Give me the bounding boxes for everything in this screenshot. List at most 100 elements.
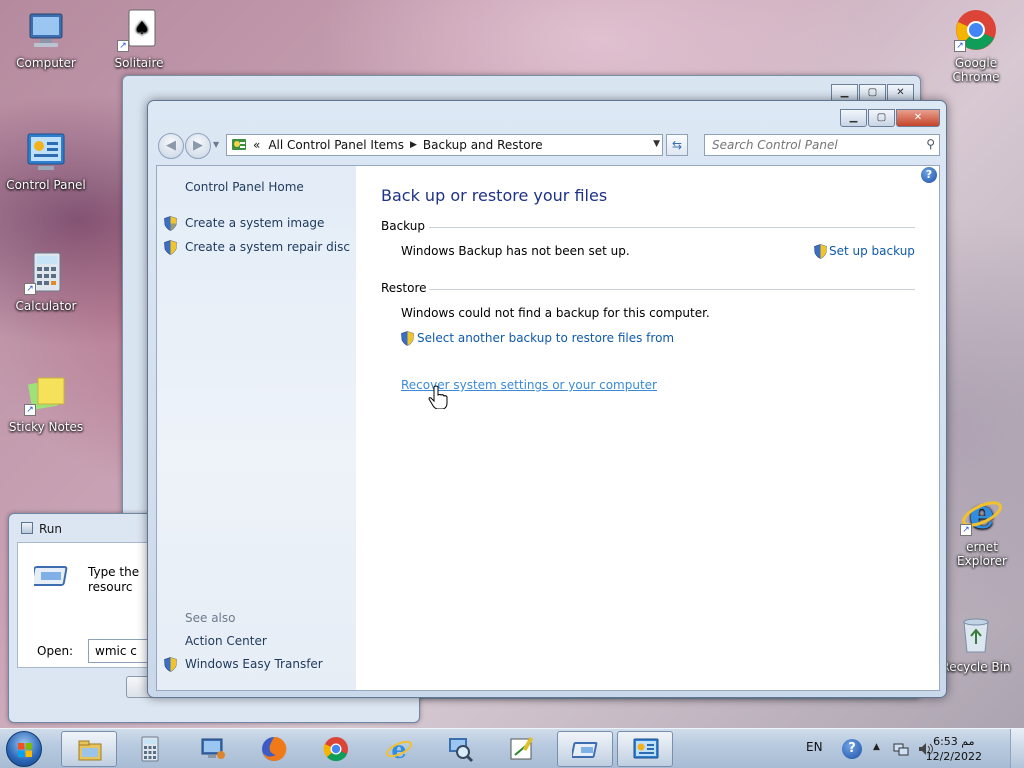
shortcut-arrow-icon: ↗ <box>24 283 36 295</box>
uac-shield-icon <box>401 331 414 346</box>
desktop-icon-internet-explorer[interactable]: e ↗ ernet Explorer <box>940 491 1024 568</box>
run-program-icon <box>34 566 68 586</box>
restore-status-text: Windows could not find a backup for this… <box>401 306 710 320</box>
address-bar[interactable]: « All Control Panel Items ▶ Backup and R… <box>226 134 663 156</box>
action-center-link[interactable]: Action Center <box>185 634 267 648</box>
search-input[interactable] <box>705 135 915 155</box>
tasks-pane: Control Panel Home Create a system image… <box>157 166 356 690</box>
taskbar-calculator-button[interactable] <box>122 731 178 767</box>
desktop-icon-solitaire[interactable]: ♠ ↗ Solitaire <box>97 8 181 70</box>
desktop-icon-label: Sticky Notes <box>8 420 84 434</box>
run-open-label: Open: <box>37 644 74 658</box>
breadcrumb-all-control-panel-items[interactable]: All Control Panel Items <box>268 138 404 152</box>
backup-status-text: Windows Backup has not been set up. <box>401 244 630 258</box>
resource-editor-icon <box>510 736 534 760</box>
help-icon[interactable]: ? <box>921 167 937 183</box>
search-control-panel[interactable]: ⚲ <box>704 134 940 156</box>
calculator-icon <box>141 736 159 762</box>
refresh-icon: ⇆ <box>671 138 683 152</box>
forward-button[interactable]: ▶ <box>185 133 211 159</box>
recent-pages-dropdown[interactable]: ▼ <box>213 140 219 149</box>
svg-text:e: e <box>969 492 994 536</box>
windows-logo-icon <box>18 743 32 757</box>
run-dialog-title: Run <box>39 522 63 536</box>
breadcrumb-overflow[interactable]: « <box>253 138 260 152</box>
taskbar-firefox-button[interactable] <box>246 731 302 767</box>
taskbar-control-panel-button[interactable] <box>617 731 673 767</box>
desktop-icon-label: Calculator <box>15 299 77 313</box>
clock[interactable]: 6:53 مم 12/2/2022 <box>926 734 982 764</box>
backup-section-heading: Backup <box>381 219 425 233</box>
create-system-image-link[interactable]: Create a system image <box>185 216 324 230</box>
section-divider <box>429 289 915 290</box>
shortcut-arrow-icon: ↗ <box>960 524 972 536</box>
control-panel-icon <box>24 130 68 174</box>
run-description-line: Type the <box>88 565 140 579</box>
desktop-icon-sticky-notes[interactable]: ↗ Sticky Notes <box>4 372 88 434</box>
desktop-icon-calculator[interactable]: ↗ Calculator <box>4 251 88 313</box>
show-hidden-icons-button[interactable]: ▲ <box>873 742 880 752</box>
address-dropdown-icon[interactable]: ▼ <box>653 139 660 149</box>
refresh-button[interactable]: ⇆ <box>666 134 688 156</box>
taskbar: e EN ? ▲ 6:53 مم 12/2/2022 <box>0 728 1024 768</box>
navigation-toolbar: ◀ ▶ ▼ « All Control Panel Items ▶ Backup… <box>156 132 940 159</box>
control-panel-icon <box>633 738 659 759</box>
internet-explorer-icon: e ↗ <box>960 491 1004 538</box>
recycle-bin-icon <box>954 612 998 656</box>
magnifier-icon <box>449 738 474 763</box>
language-indicator[interactable]: EN <box>806 740 823 768</box>
main-pane: ? Back up or restore your files Backup W… <box>356 166 939 690</box>
network-icon[interactable] <box>893 741 909 757</box>
desktop-icon-control-panel[interactable]: Control Panel <box>4 130 88 192</box>
run-dialog-window-icon <box>21 522 33 534</box>
desktop-icon-label: Google Chrome <box>952 56 1000 84</box>
backup-and-restore-window[interactable]: ▁ ▢ ✕ ◀ ▶ ▼ « All Control Panel Items ▶ … <box>147 100 947 698</box>
show-desktop-button[interactable] <box>1010 729 1024 768</box>
svg-text:♠: ♠ <box>134 18 150 39</box>
taskbar-resource-editor-button[interactable] <box>494 731 550 767</box>
internet-explorer-icon: e <box>386 735 412 763</box>
sticky-notes-icon: ↗ <box>24 372 68 416</box>
maximize-button[interactable]: ▢ <box>868 109 895 127</box>
search-icon[interactable]: ⚲ <box>926 137 935 151</box>
hand-cursor-icon <box>428 385 448 409</box>
desktop-icon-label: Solitaire <box>114 56 164 70</box>
desktop-icon-computer[interactable]: Computer <box>4 8 88 70</box>
svg-text:e: e <box>391 735 406 763</box>
uac-shield-icon <box>164 240 177 255</box>
help-tray-icon[interactable]: ? <box>842 739 862 759</box>
start-button[interactable] <box>6 731 42 767</box>
page-title: Back up or restore your files <box>381 186 608 205</box>
breadcrumb-separator-icon[interactable]: ▶ <box>410 140 417 150</box>
shortcut-arrow-icon: ↗ <box>117 40 129 52</box>
back-button[interactable]: ◀ <box>158 133 184 159</box>
calculator-icon: ↗ <box>24 251 68 295</box>
taskbar-run-button[interactable] <box>557 731 613 767</box>
close-button[interactable]: ✕ <box>896 109 940 127</box>
uac-shield-icon <box>814 244 827 259</box>
clock-date: 12/2/2022 <box>925 750 982 763</box>
minimize-button[interactable]: ▁ <box>840 109 867 127</box>
taskbar-chrome-button[interactable] <box>308 731 364 767</box>
shortcut-arrow-icon: ↗ <box>954 40 966 52</box>
breadcrumb-backup-and-restore[interactable]: Backup and Restore <box>423 138 543 152</box>
desktop-icon-label: Recycle Bin <box>941 660 1011 674</box>
run-description-line: resourc <box>88 580 133 594</box>
windows-easy-transfer-link[interactable]: Windows Easy Transfer <box>185 657 323 671</box>
see-also-heading: See also <box>185 611 236 625</box>
shortcut-arrow-icon: ↗ <box>24 404 36 416</box>
taskbar-explorer-button[interactable] <box>61 731 117 767</box>
taskbar-internet-explorer-button[interactable]: e <box>371 731 427 767</box>
desktop-icon-label: Control Panel <box>6 178 86 192</box>
create-system-repair-disc-link[interactable]: Create a system repair disc <box>185 240 350 254</box>
select-another-backup-link[interactable]: Select another backup to restore files f… <box>417 331 674 345</box>
taskbar-magnifier-button[interactable] <box>432 731 488 767</box>
chrome-icon <box>323 737 348 762</box>
desktop-icon-google-chrome[interactable]: ↗ Google Chrome <box>934 8 1018 84</box>
taskbar-remote-desktop-button[interactable] <box>185 731 241 767</box>
chrome-icon: ↗ <box>954 8 998 52</box>
set-up-backup-link[interactable]: Set up backup <box>829 244 915 258</box>
control-panel-home-link[interactable]: Control Panel Home <box>185 180 304 194</box>
explorer-icon <box>78 740 102 761</box>
firefox-icon <box>262 736 287 761</box>
